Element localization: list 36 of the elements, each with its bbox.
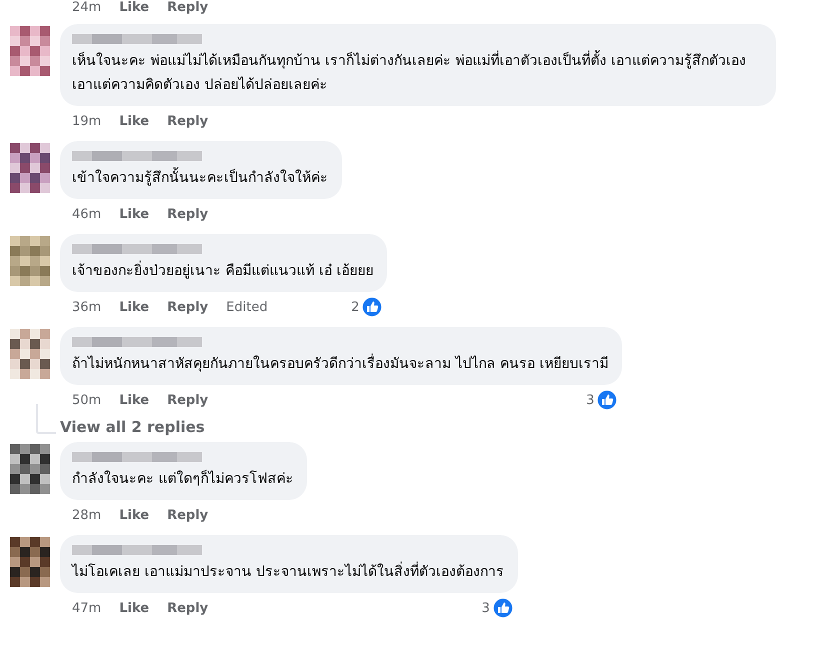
reply-link[interactable]: Reply bbox=[167, 508, 208, 522]
like-link[interactable]: Like bbox=[119, 114, 150, 128]
comment-time: 46m bbox=[72, 206, 102, 222]
comment-text: ไม่โอเคเลย เอาแม่มาประจาน ประจานเพราะไม่ได้ในสิ่งที่ตัวเองต้องการ bbox=[72, 560, 504, 584]
comment-text: เห็นใจนะคะ พ่อแม่ไม่ได้เหมือนกันทุกบ้าน เราก็ไม่ต่างกันเลยค่ะ พ่อแม่ที่เอาตัวเองเป็นที่ตั้ง เอาแต่ความรู้สึกตัวเอง เอาแต่ความคิดตัวเอง ปล่อยได้ปล่อยเลยค่ะ bbox=[72, 49, 762, 97]
comment-time: 19m bbox=[72, 114, 102, 128]
like-icon[interactable] bbox=[361, 296, 384, 318]
comment-text: เจ้าของกะยิ่งป่วยอยู่เนาะ คือมีแต่แนวแท้ เอ๋ เอ้ยยย bbox=[72, 259, 374, 283]
like-link[interactable]: Like bbox=[119, 600, 150, 616]
comment-text: กำลังใจนะคะ แต่ใดๆก็ไม่ควรโฟสค่ะ bbox=[72, 468, 294, 489]
reply-link[interactable]: Reply bbox=[167, 300, 208, 314]
like-link[interactable]: Like bbox=[119, 0, 150, 16]
like-link[interactable]: Like bbox=[119, 206, 150, 222]
comment-text: เข้าใจความรู้สึกนั้นนะคะเป็นกำลังใจให้ค่ะ bbox=[72, 166, 328, 190]
like-link[interactable]: Like bbox=[119, 392, 150, 408]
like-icon[interactable] bbox=[596, 389, 618, 411]
like-link[interactable]: Like bbox=[119, 300, 150, 314]
reply-link[interactable]: Reply bbox=[167, 600, 208, 616]
comment-time: 47m bbox=[72, 600, 102, 616]
view-replies-link[interactable]: View all 2 replies bbox=[60, 418, 205, 436]
reply-link[interactable]: Reply bbox=[167, 0, 208, 16]
reply-link[interactable]: Reply bbox=[167, 114, 208, 128]
like-icon[interactable] bbox=[492, 597, 514, 619]
like-link[interactable]: Like bbox=[119, 508, 150, 522]
comment-time: 24m bbox=[72, 0, 102, 16]
comment-time: 36m bbox=[72, 300, 102, 314]
comment-time: 50m bbox=[72, 392, 102, 408]
reaction-count: 3 bbox=[482, 600, 490, 616]
comment-text: ถ้าไม่หนักหนาสาหัสคุยกันภายในครอบครัวดีกว่าเรื่องมันจะลาม ไปไกล คนรอ เหยียบเรามี bbox=[72, 352, 608, 376]
thread-line bbox=[36, 404, 56, 434]
reply-link[interactable]: Reply bbox=[167, 206, 208, 222]
reply-link[interactable]: Reply bbox=[167, 392, 208, 408]
edited-label: Edited bbox=[226, 300, 268, 314]
reaction-count: 2 bbox=[351, 300, 360, 314]
comment-time: 28m bbox=[72, 508, 102, 522]
reaction-count: 3 bbox=[586, 392, 594, 408]
